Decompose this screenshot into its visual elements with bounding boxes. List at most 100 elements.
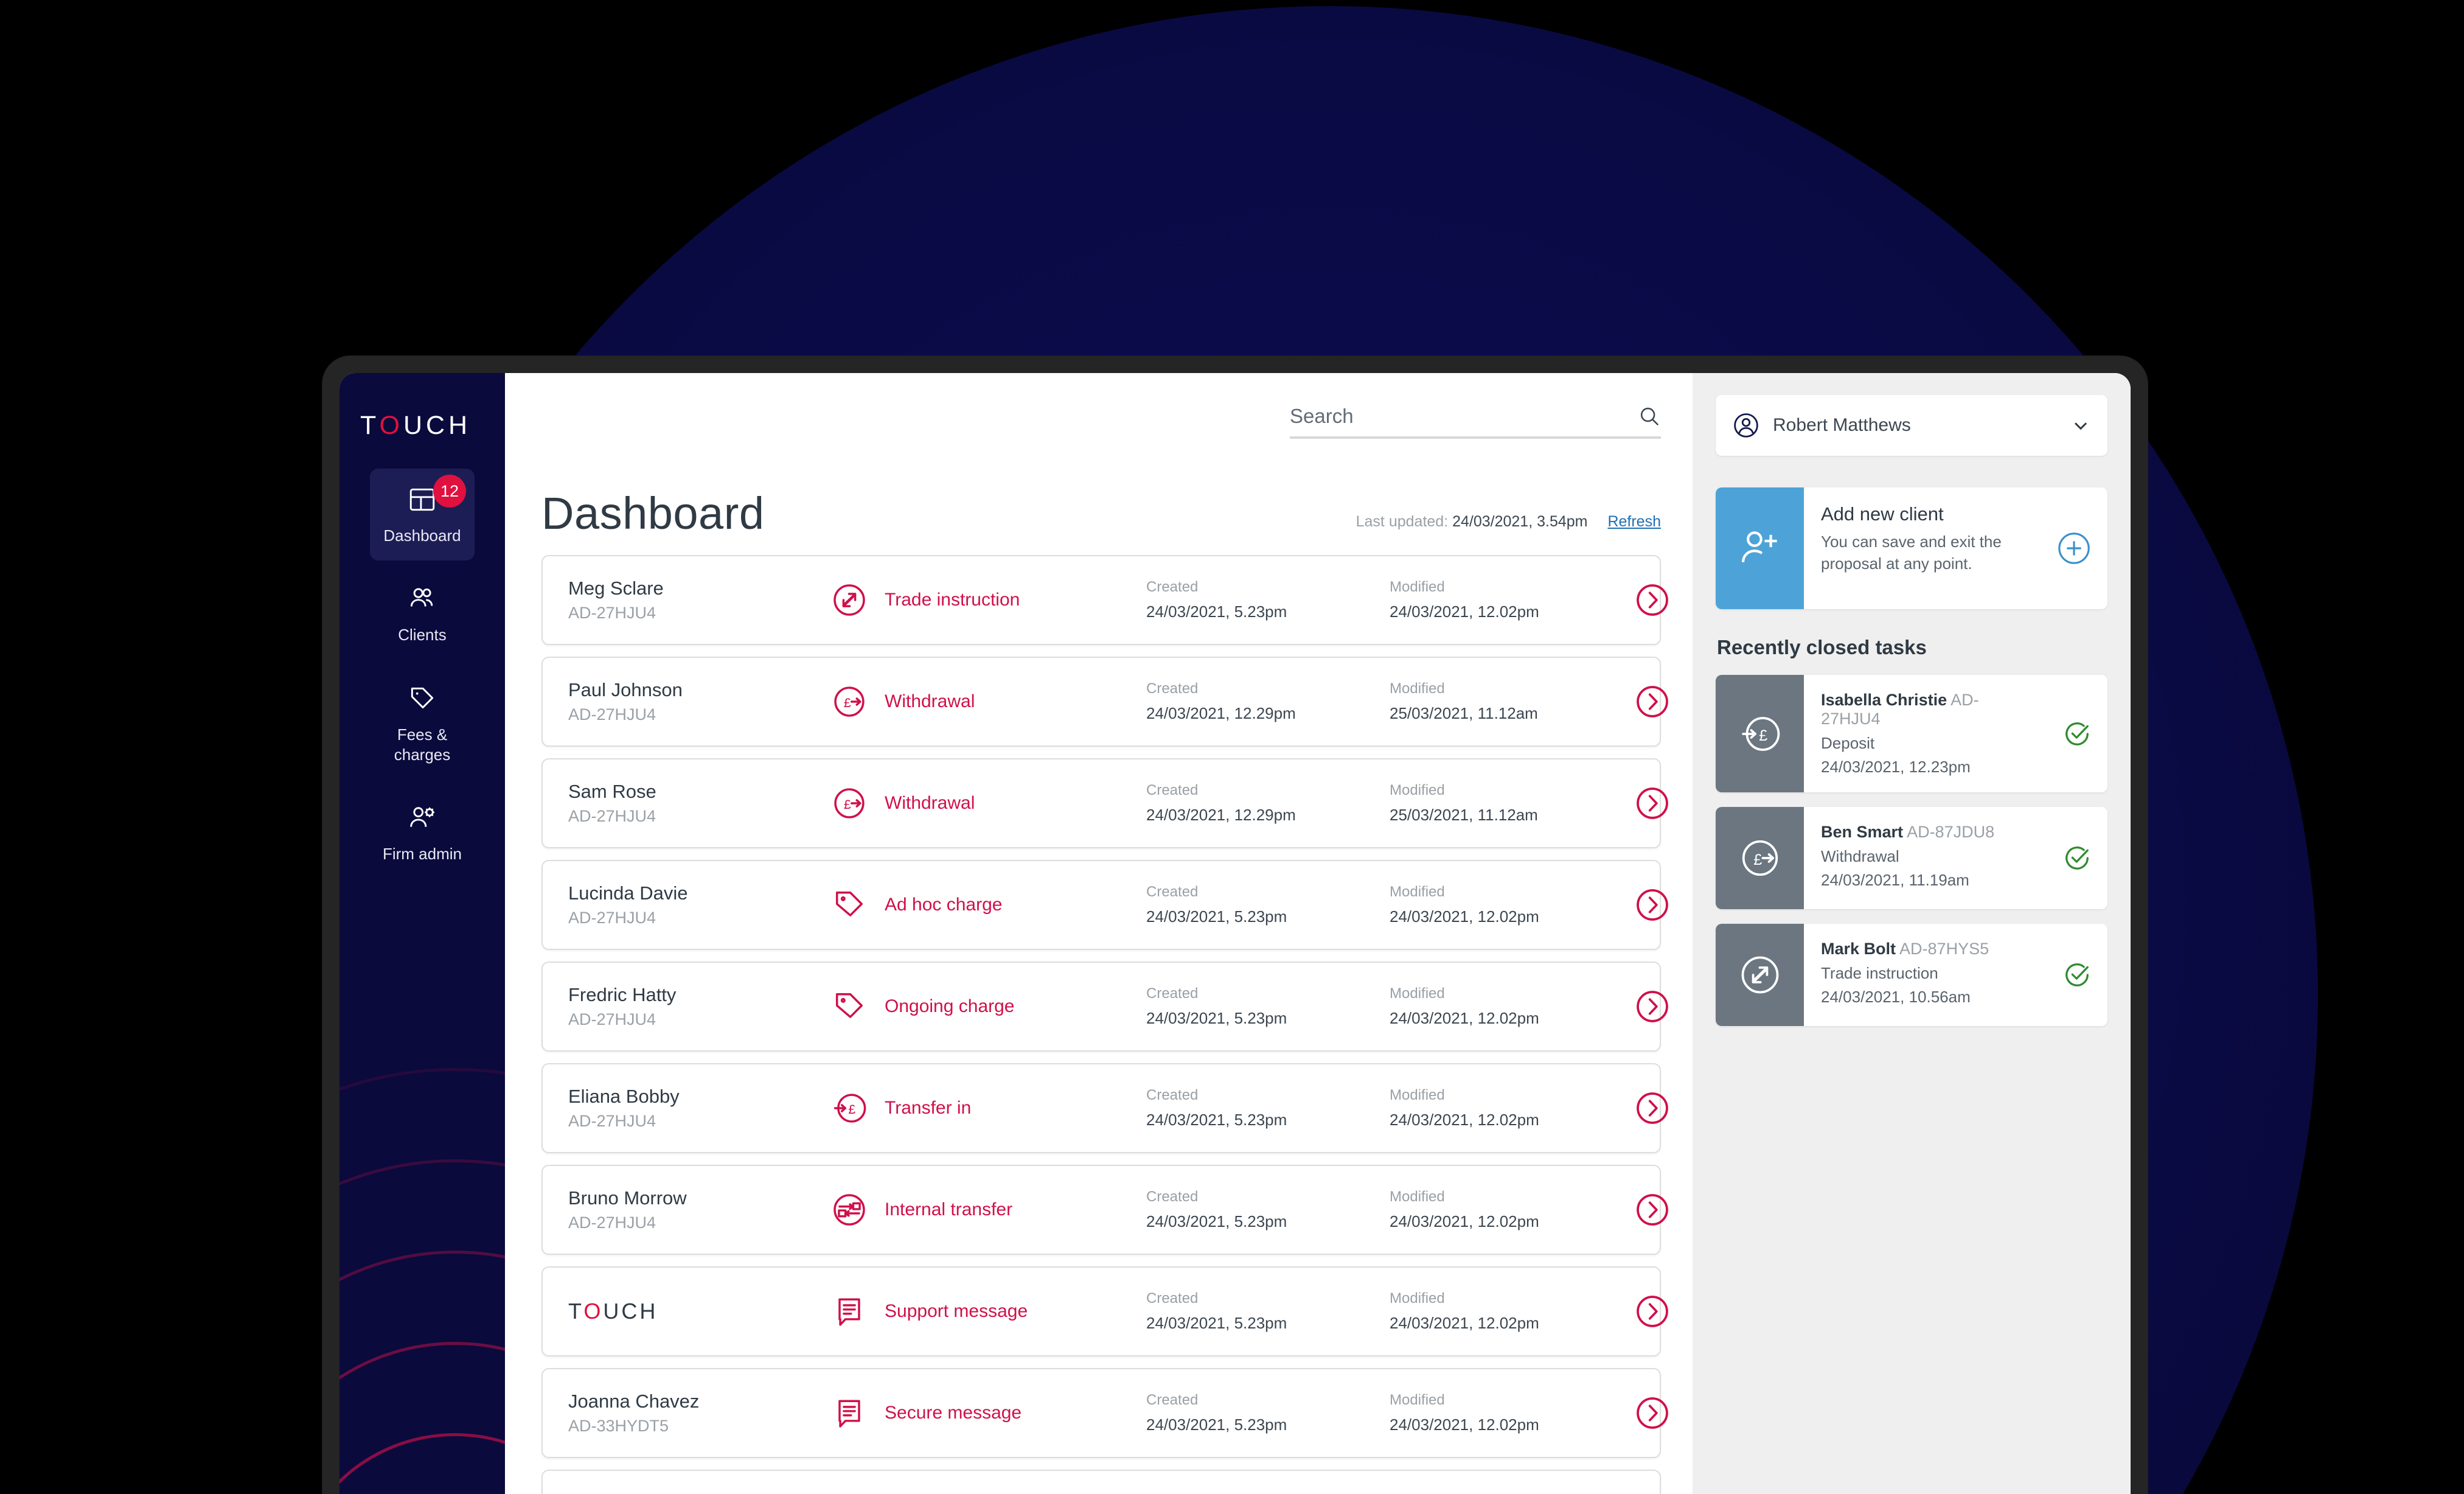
table-row[interactable]: Bruno Morrow AD-27HJU4 Internal transfer Cr…: [541, 1165, 1668, 1255]
row-type-label: Internal transfer: [885, 1199, 1013, 1220]
modified-value: 25/03/2021, 11.12am: [1390, 704, 1538, 722]
add-new-client-text: Add new client You can save and exit the…: [1804, 487, 2041, 609]
modified-label: Modified: [1390, 782, 1445, 798]
chevron-down-icon[interactable]: [2070, 414, 2092, 436]
last-updated-label: Last updated:: [1356, 513, 1449, 530]
add-new-client-title: Add new client: [1821, 503, 1944, 525]
row-client-name: Eliana Bobby: [568, 1086, 680, 1107]
row-type-label: Ongoing charge: [885, 996, 1015, 1016]
created-value: 24/03/2021, 5.23pm: [1146, 1212, 1287, 1230]
plus-button[interactable]: [2041, 487, 2107, 609]
screenshot-root: TOUCH 12 Dashboard Clients Fees & charge…: [0, 0, 2464, 1494]
modified-label: Modified: [1390, 1392, 1445, 1408]
row-modified: Modified 24/03/2021, 12.02pm: [1390, 1392, 1633, 1434]
row-type: £ Transfer in: [830, 1089, 1146, 1128]
row-type-label: Support message: [885, 1301, 1028, 1321]
device-frame: TOUCH 12 Dashboard Clients Fees & charge…: [322, 356, 2148, 1494]
brand-logo: TOUCH: [339, 373, 505, 441]
chevron-right-icon[interactable]: [1633, 784, 1672, 823]
table-row[interactable]: Fredric Hatty AD-27HJU4 Ongoing charge Crea…: [541, 962, 1668, 1052]
chevron-right-icon[interactable]: [1633, 581, 1672, 620]
row-actions: [1633, 1394, 1672, 1433]
row-created: Created 24/03/2021, 12.29pm: [1146, 782, 1390, 825]
transferin-icon: £: [830, 1089, 869, 1128]
page-title: Dashboard: [541, 488, 765, 539]
modified-value: 25/03/2021, 11.12am: [1390, 806, 1538, 824]
sidebar-item-dashboard[interactable]: 12 Dashboard: [370, 469, 475, 561]
created-label: Created: [1146, 884, 1199, 900]
svg-text:£: £: [1753, 851, 1762, 868]
row-created: Created 24/03/2021, 5.23pm: [1146, 985, 1390, 1028]
table-row[interactable]: Isabella ChristieTrade instructionCreate…: [541, 1470, 1661, 1494]
row-client-logo: TOUCH: [568, 1299, 658, 1324]
row-modified: Modified 24/03/2021, 12.02pm: [1390, 884, 1633, 926]
row-client: Meg Sclare AD-27HJU4: [568, 578, 830, 623]
chevron-right-icon[interactable]: [1633, 682, 1672, 721]
created-label: Created: [1146, 1189, 1199, 1205]
refresh-link[interactable]: Refresh: [1607, 513, 1661, 530]
closed-task-name: Isabella Christie: [1821, 691, 1947, 709]
sidebar-item-firm-admin[interactable]: Firm admin: [370, 787, 475, 879]
modified-value: 24/03/2021, 12.02pm: [1390, 602, 1539, 621]
chevron-right-icon[interactable]: [1633, 1394, 1672, 1433]
table-row[interactable]: Meg Sclare AD-27HJU4 Trade instruction Crea…: [541, 555, 1668, 645]
row-actions: [1633, 1089, 1672, 1128]
chevron-right-icon[interactable]: [1633, 1089, 1672, 1128]
row-client-name: Meg Sclare: [568, 578, 664, 599]
created-value: 24/03/2021, 5.23pm: [1146, 1111, 1287, 1129]
row-created: Created 24/03/2021, 5.23pm: [1146, 1392, 1390, 1434]
sidebar-item-label: Fees & charges: [394, 725, 451, 764]
table-row[interactable]: Paul Johnson AD-27HJU4 £ Withdrawal Created 2…: [541, 657, 1668, 747]
brand-logo-post: UCH: [403, 411, 472, 440]
table-row[interactable]: TOUCH Support message Created 24/03/2021, 5…: [541, 1266, 1668, 1356]
decorative-arcs: [339, 1068, 505, 1494]
row-modified: Modified 24/03/2021, 12.02pm: [1390, 1087, 1633, 1129]
device-screen: TOUCH 12 Dashboard Clients Fees & charge…: [339, 373, 2131, 1494]
top-bar: [505, 373, 1693, 483]
last-updated-value: 24/03/2021, 3.54pm: [1452, 513, 1588, 530]
search-icon[interactable]: [1638, 405, 1661, 428]
modified-value: 24/03/2021, 12.02pm: [1390, 1314, 1539, 1332]
withdrawal-icon: £: [830, 682, 869, 721]
table-row[interactable]: Joanna Chavez AD-33HYDT5 Secure message Cre…: [541, 1368, 1668, 1458]
sidebar-item-label: Clients: [398, 626, 447, 644]
chevron-right-icon[interactable]: [1633, 1292, 1672, 1331]
created-value: 24/03/2021, 5.23pm: [1146, 602, 1287, 621]
row-type-label: Ad hoc charge: [885, 895, 1003, 915]
search-input[interactable]: [1290, 405, 1638, 428]
row-actions: [1633, 987, 1672, 1026]
row-client-ref: AD-27HJU4: [568, 1010, 656, 1028]
row-client: Paul Johnson AD-27HJU4: [568, 679, 830, 724]
closed-task-text: Mark Bolt AD-87HYS5 Trade instruction 24/0…: [1804, 924, 2047, 1026]
table-row[interactable]: Sam Rose AD-27HJU4 £ Withdrawal Created 24/03…: [541, 758, 1668, 848]
closed-task-ref: AD-87HYS5: [1899, 940, 1989, 958]
brand-logo-o: O: [379, 411, 403, 440]
modified-value: 24/03/2021, 12.02pm: [1390, 907, 1539, 926]
sidebar-item-clients[interactable]: Clients: [370, 568, 475, 660]
closed-task-card[interactable]: Mark Bolt AD-87HYS5 Trade instruction 24/0…: [1716, 924, 2107, 1026]
check-circle-icon: [2047, 807, 2107, 909]
row-actions: [1633, 1190, 1672, 1229]
trade-icon: [830, 581, 869, 620]
user-select[interactable]: Robert Matthews: [1716, 395, 2107, 456]
created-label: Created: [1146, 680, 1199, 697]
table-row[interactable]: Lucinda Davie AD-27HJU4 Ad hoc charge Creat…: [541, 860, 1668, 950]
closed-task-ref: AD-87JDU8: [1907, 823, 1995, 841]
check-circle-icon: [2047, 924, 2107, 1026]
closed-task-text: Ben Smart AD-87JDU8 Withdrawal 24/03/2021,…: [1804, 807, 2047, 909]
table-row[interactable]: Eliana Bobby AD-27HJU4 £ Transfer in Created…: [541, 1063, 1668, 1153]
chevron-right-icon[interactable]: [1633, 1190, 1672, 1229]
svg-text:£: £: [1759, 727, 1767, 744]
add-new-client-description: You can save and exit the proposal at an…: [1821, 532, 2002, 573]
created-label: Created: [1146, 1087, 1199, 1103]
closed-task-card[interactable]: £ Isabella Christie AD-27HJU4 Deposit 24/03…: [1716, 675, 2107, 792]
sidebar-item-fees-charges[interactable]: Fees & charges: [370, 668, 475, 780]
chevron-right-icon[interactable]: [1633, 987, 1672, 1026]
row-type: Support message: [830, 1292, 1146, 1331]
tag-icon: [830, 987, 869, 1026]
closed-task-card[interactable]: £ Ben Smart AD-87JDU8 Withdrawal 24/03/2021…: [1716, 807, 2107, 909]
add-new-client-card[interactable]: Add new client You can save and exit the…: [1716, 487, 2107, 609]
chevron-right-icon[interactable]: [1633, 885, 1672, 924]
row-modified: Modified 25/03/2021, 11.12am: [1390, 680, 1633, 723]
created-value: 24/03/2021, 5.23pm: [1146, 1314, 1287, 1332]
